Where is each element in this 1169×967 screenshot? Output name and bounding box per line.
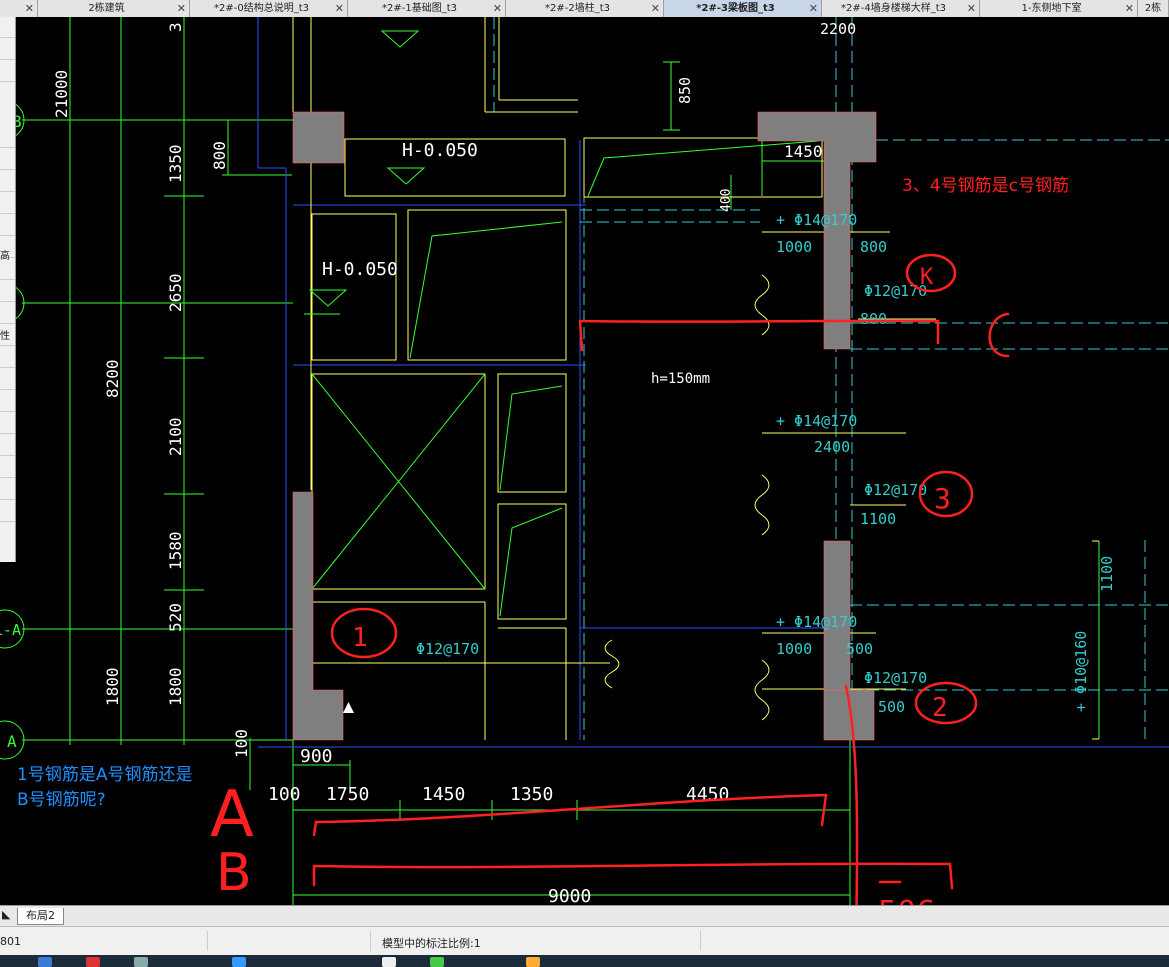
close-icon[interactable]: ✕ [335,0,344,17]
question-line-1: 1号钢筋是A号钢筋还是 [17,765,193,785]
close-icon[interactable]: ✕ [25,0,34,17]
coordinate-readout: 801 [0,935,21,948]
app-icon[interactable] [430,957,444,967]
hand-note-506: 506 [878,895,935,905]
dim-text: 8200 [103,359,122,398]
document-tab-6[interactable]: *2#-4墙身楼梯大样_t3 ✕ [822,0,980,17]
tab-label: 2栋 [1144,3,1162,14]
document-tab-7[interactable]: 1-东侧地下室 ✕ [980,0,1138,17]
level-text: H-0.050 [322,259,398,280]
rebar-len: 1100 [1098,556,1116,592]
start-icon[interactable] [38,957,52,967]
tab-label: *2#-2墙柱_t3 [545,3,610,14]
annotation-question: 1号钢筋是A号钢筋还是 B号钢筋呢? [17,763,192,813]
rebar-len: 800 [860,238,887,256]
dim-text: 1750 [326,784,369,805]
layout-tab-bar: ◣ 布局2 [0,905,1169,926]
rebar-spec: + Φ10@160 [1072,631,1090,712]
document-tab-8[interactable]: 2栋 [1138,0,1169,17]
rebar-len: 500 [878,698,905,716]
dim-text: 1450 [422,784,465,805]
dim-text: 100 [232,729,251,758]
rebar-spec: + Φ14@170 [776,211,857,229]
tab-label: *2#-1基础图_t3 [382,3,457,14]
dim-text: 21000 [52,70,71,118]
tab-label: *2#-0结构总说明_t3 [214,3,309,14]
dim-text: 400 [719,189,734,212]
layout-tab-2[interactable]: 布局2 [17,908,64,925]
document-tab-5-active[interactable]: *2#-3梁板图_t3 ✕ [664,0,822,17]
close-icon[interactable]: ✕ [1125,0,1134,17]
panel-label: 高 [0,251,10,262]
document-tab-bar: ✕ 2栋建筑 ✕ *2#-0结构总说明_t3 ✕ *2#-1基础图_t3 ✕ *2#-… [0,0,1169,18]
panel-label: 性 [0,331,10,342]
properties-panel-edge[interactable]: 高 性 [0,17,16,562]
grid-bubble-label: 1-A [0,621,21,639]
tab-label: 1-东侧地下室 [1021,3,1082,14]
app-icon[interactable] [86,957,100,967]
layout-nav-arrow-icon[interactable]: ◣ [2,908,10,921]
dim-text: 1580 [166,531,185,570]
rebar-len: 1000 [776,640,812,658]
level-text: H-0.050 [402,140,478,161]
grid-bubble-label: A [7,732,17,751]
rebar-spec: Φ12@170 [864,669,927,687]
close-icon[interactable]: ✕ [651,0,660,17]
rebar-len: 1000 [776,238,812,256]
dim-text: 2200 [820,20,856,38]
dim-text: 850 [676,77,694,104]
document-tab-4[interactable]: *2#-2墙柱_t3 ✕ [506,0,664,17]
rebar-spec: + Φ14@170 [776,412,857,430]
tab-label: *2#-3梁板图_t3 [696,3,775,14]
document-tab-3[interactable]: *2#-1基础图_t3 ✕ [348,0,506,17]
dim-text: 1350 [166,144,185,183]
app-icon[interactable] [134,957,148,967]
dim-text: 1800 [103,667,122,706]
close-icon[interactable]: ✕ [809,0,818,17]
rebar-len: 800 [860,310,887,328]
dim-text: 900 [300,746,333,767]
status-bar: 801 模型中的标注比例:1 [0,926,1169,955]
close-icon[interactable]: ✕ [967,0,976,17]
document-tab-2[interactable]: *2#-0结构总说明_t3 ✕ [190,0,348,17]
app-icon[interactable] [232,957,246,967]
rebar-spec: Φ12@170 [864,481,927,499]
annotation-scale-readout: 模型中的标注比例:1 [382,937,481,950]
tab-label: *2#-4墙身楼梯大样_t3 [841,3,946,14]
document-tab-0[interactable]: ✕ [0,0,38,17]
annotation-rebar-c-note: 3、4号钢筋是c号钢筋 [902,176,1069,196]
dim-text: 9000 [548,886,591,905]
dim-text: 2650 [166,273,185,312]
rebar-spec: Φ12@170 [864,282,927,300]
question-line-2: B号钢筋呢? [17,790,106,810]
circle-label-4: K [920,265,934,290]
rebar-len: 1100 [860,510,896,528]
circle-label-1: 1 [352,623,368,653]
dim-text: 1800 [166,667,185,706]
dim-text: 3 [166,22,185,32]
hand-letter-a: A [210,778,254,852]
rebar-len: 2400 [814,438,850,456]
os-taskbar [0,955,1169,967]
dim-text: 800 [210,141,229,170]
rebar-spec: + Φ14@170 [776,613,857,631]
dim-text: 2100 [166,417,185,456]
circle-label-2: 2 [932,693,948,723]
dim-text: 1450 [784,142,823,161]
document-tab-1[interactable]: 2栋建筑 ✕ [38,0,190,17]
hand-letter-b: B [216,843,252,903]
tab-label: 2栋建筑 [88,3,125,14]
dim-text: 100 [268,784,301,805]
close-icon[interactable]: ✕ [493,0,502,17]
circle-label-3: 3 [934,482,951,515]
rebar-spec: Φ12@170 [416,640,479,658]
app-icon[interactable] [526,957,540,967]
slab-thickness-text: h=150mm [651,371,710,387]
dim-text: 1350 [510,784,553,805]
rebar-len: 500 [846,640,873,658]
app-icon[interactable] [382,957,396,967]
close-icon[interactable]: ✕ [177,0,186,17]
dim-text: 520 [166,603,185,632]
